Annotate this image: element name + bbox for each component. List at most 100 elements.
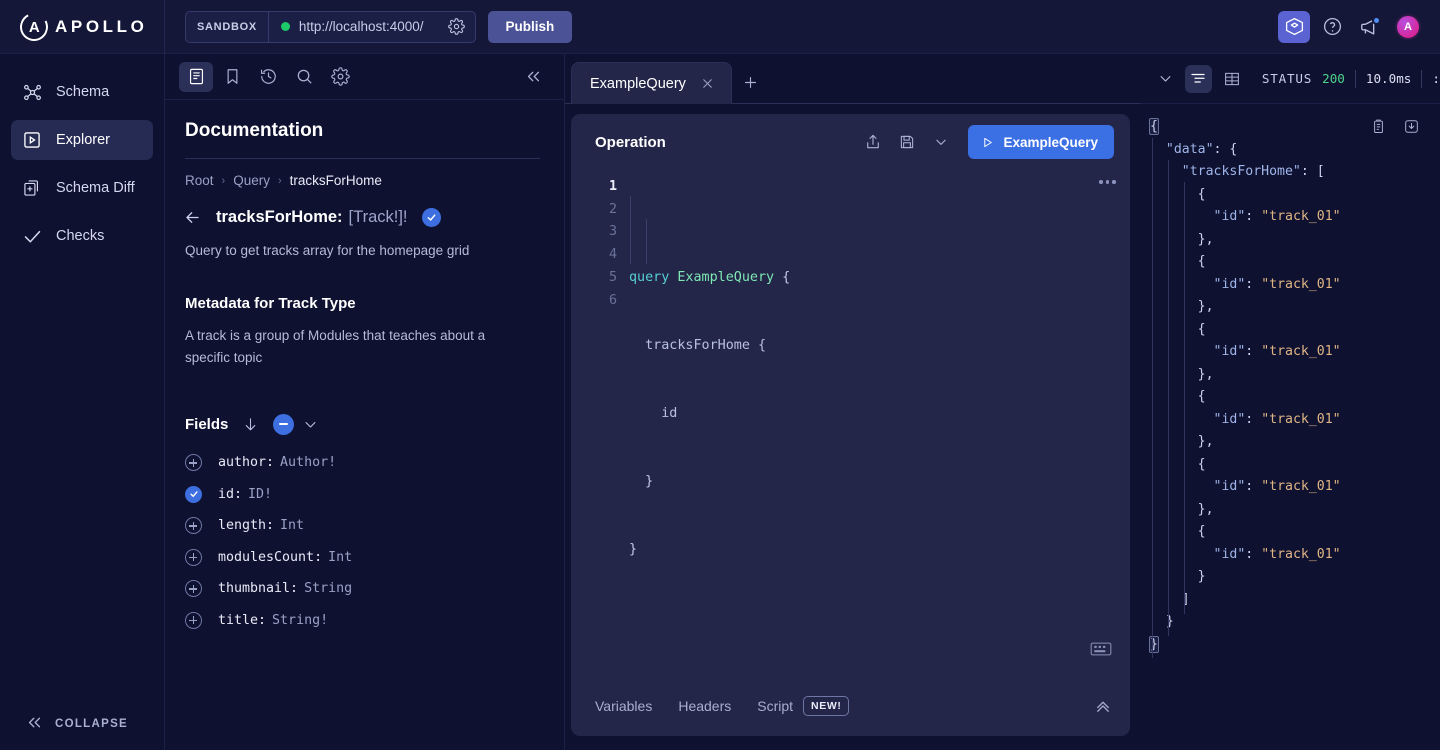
field-selected-check-icon[interactable] (422, 208, 441, 227)
back-arrow-icon[interactable] (183, 208, 202, 227)
code-lines[interactable]: query ExampleQuery { tracksForHome { id … (629, 176, 1130, 675)
field-row-author[interactable]: author: Author! (185, 447, 540, 479)
fields-label: Fields (185, 416, 228, 433)
code-area: 1 2 3 4 5 6 query ExampleQuery { (571, 176, 1130, 675)
chevron-down-icon[interactable] (926, 127, 956, 157)
json-line: }, (1150, 229, 1440, 252)
plus-circle-icon[interactable] (185, 612, 202, 629)
check-circle-icon[interactable] (185, 486, 202, 503)
apollo-sandbox-app: A APOLLO SANDBOX http://localhost:4000/ … (0, 0, 1440, 750)
help-circle-icon[interactable] (1316, 11, 1348, 43)
json-line: "tracksForHome": [ (1150, 161, 1440, 184)
double-chevron-up-icon[interactable] (1094, 697, 1112, 715)
response-json-view-icon[interactable] (1185, 65, 1211, 93)
response-collapse-chevron-icon[interactable] (1152, 65, 1178, 93)
fields-list: author: Author! id: ID! length: Int (183, 447, 540, 636)
apollo-logo[interactable]: A APOLLO (0, 0, 165, 54)
tab-label: ExampleQuery (590, 76, 686, 92)
response-json: { "data": { "tracksForHome": [ { "id": "… (1150, 116, 1440, 656)
response-duration: 10.0ms (1366, 71, 1412, 86)
publish-button[interactable]: Publish (488, 11, 573, 43)
breadcrumb-separator: › (222, 175, 226, 187)
history-clock-icon[interactable] (251, 62, 285, 92)
avatar-letter: A (1395, 14, 1421, 40)
json-line: { (1150, 386, 1440, 409)
sidebar-item-checks[interactable]: Checks (11, 216, 153, 256)
json-line: "id": "track_01" (1150, 409, 1440, 432)
tab-variables[interactable]: Variables (595, 698, 652, 714)
megaphone-announcement-icon[interactable] (1354, 11, 1386, 43)
endpoint-box[interactable]: SANDBOX http://localhost:4000/ (185, 11, 476, 43)
search-icon[interactable] (287, 62, 321, 92)
new-badge: NEW! (803, 696, 849, 716)
code-line: } (629, 539, 1130, 562)
bookmark-icon[interactable] (215, 62, 249, 92)
tab-examplequery[interactable]: ExampleQuery (571, 62, 732, 104)
response-body[interactable]: { "data": { "tracksForHome": [ { "id": "… (1140, 104, 1440, 750)
field-row-modulescount[interactable]: modulesCount: Int (185, 541, 540, 573)
field-item-name: author: (218, 455, 274, 470)
query-editor[interactable]: 1 2 3 4 5 6 query ExampleQuery { (571, 170, 1130, 676)
field-row-thumbnail[interactable]: thumbnail: String (185, 573, 540, 605)
tab-script[interactable]: Script (757, 698, 793, 714)
plus-icon[interactable] (732, 61, 770, 103)
keyboard-shortcuts-icon[interactable] (1090, 641, 1112, 662)
breadcrumb-separator: › (278, 175, 282, 187)
notification-badge (1372, 16, 1381, 25)
json-line: } (1150, 611, 1440, 634)
json-line: "id": "track_01" (1150, 476, 1440, 499)
plus-circle-icon[interactable] (185, 580, 202, 597)
json-line: }, (1150, 431, 1440, 454)
plus-circle-icon[interactable] (185, 549, 202, 566)
save-icon[interactable] (892, 127, 922, 157)
json-line: "data": { (1150, 139, 1440, 162)
divider (1421, 70, 1422, 88)
operation-footer: Variables Headers Script NEW! (571, 676, 1130, 736)
sandbox-cube-icon[interactable] (1278, 11, 1310, 43)
gear-icon[interactable] (438, 18, 475, 35)
json-indent-guide (1152, 138, 1153, 658)
code-token-operation: ExampleQuery (677, 270, 774, 285)
sandbox-chip: SANDBOX (186, 12, 269, 42)
endpoint-url[interactable]: http://localhost:4000/ (299, 19, 438, 34)
arrow-down-icon[interactable] (242, 416, 259, 433)
tab-headers[interactable]: Headers (678, 698, 731, 714)
json-line: }, (1150, 499, 1440, 522)
json-line: }, (1150, 364, 1440, 387)
documentation-collapse-button[interactable] (516, 62, 550, 92)
metadata-description: A track is a group of Modules that teach… (183, 325, 493, 369)
minus-circle-icon[interactable] (273, 414, 294, 435)
close-icon[interactable] (700, 76, 715, 91)
json-line: { (1150, 521, 1440, 544)
apollo-mark-icon: A (16, 9, 51, 44)
operation-header: Operation (571, 114, 1130, 170)
run-query-label: ExampleQuery (1003, 135, 1098, 150)
response-table-view-icon[interactable] (1219, 65, 1245, 93)
documentation-icon[interactable] (179, 62, 213, 92)
divider (185, 158, 540, 159)
field-row-title[interactable]: title: String! (185, 604, 540, 636)
code-token-punc: { (774, 270, 790, 285)
share-icon[interactable] (858, 127, 888, 157)
sidebar-item-schema-diff[interactable]: Schema Diff (11, 168, 153, 208)
chevron-down-icon[interactable] (303, 417, 318, 432)
field-item-type: String! (272, 613, 328, 628)
plus-circle-icon[interactable] (185, 454, 202, 471)
sidebar-item-explorer[interactable]: Explorer (11, 120, 153, 160)
sidebar-item-label: Schema Diff (56, 180, 135, 196)
settings-gear-icon[interactable] (323, 62, 357, 92)
code-line: query ExampleQuery { (629, 267, 1130, 290)
run-query-button[interactable]: ExampleQuery (968, 125, 1114, 159)
json-line: "id": "track_01" (1150, 341, 1440, 364)
breadcrumb-item-root[interactable]: Root (185, 173, 214, 188)
plus-circle-icon[interactable] (185, 517, 202, 534)
sidebar-item-schema[interactable]: Schema (11, 72, 153, 112)
field-description: Query to get tracks array for the homepa… (183, 241, 540, 261)
breadcrumb-item-query[interactable]: Query (233, 173, 270, 188)
sidebar-collapse-button[interactable]: COLLAPSE (0, 698, 164, 750)
field-row-length[interactable]: length: Int (185, 510, 540, 542)
avatar[interactable]: A (1392, 11, 1424, 43)
field-row-id[interactable]: id: ID! (185, 478, 540, 510)
response-column: STATUS 200 10.0ms : { "data (1140, 54, 1440, 750)
json-line: "id": "track_01" (1150, 206, 1440, 229)
